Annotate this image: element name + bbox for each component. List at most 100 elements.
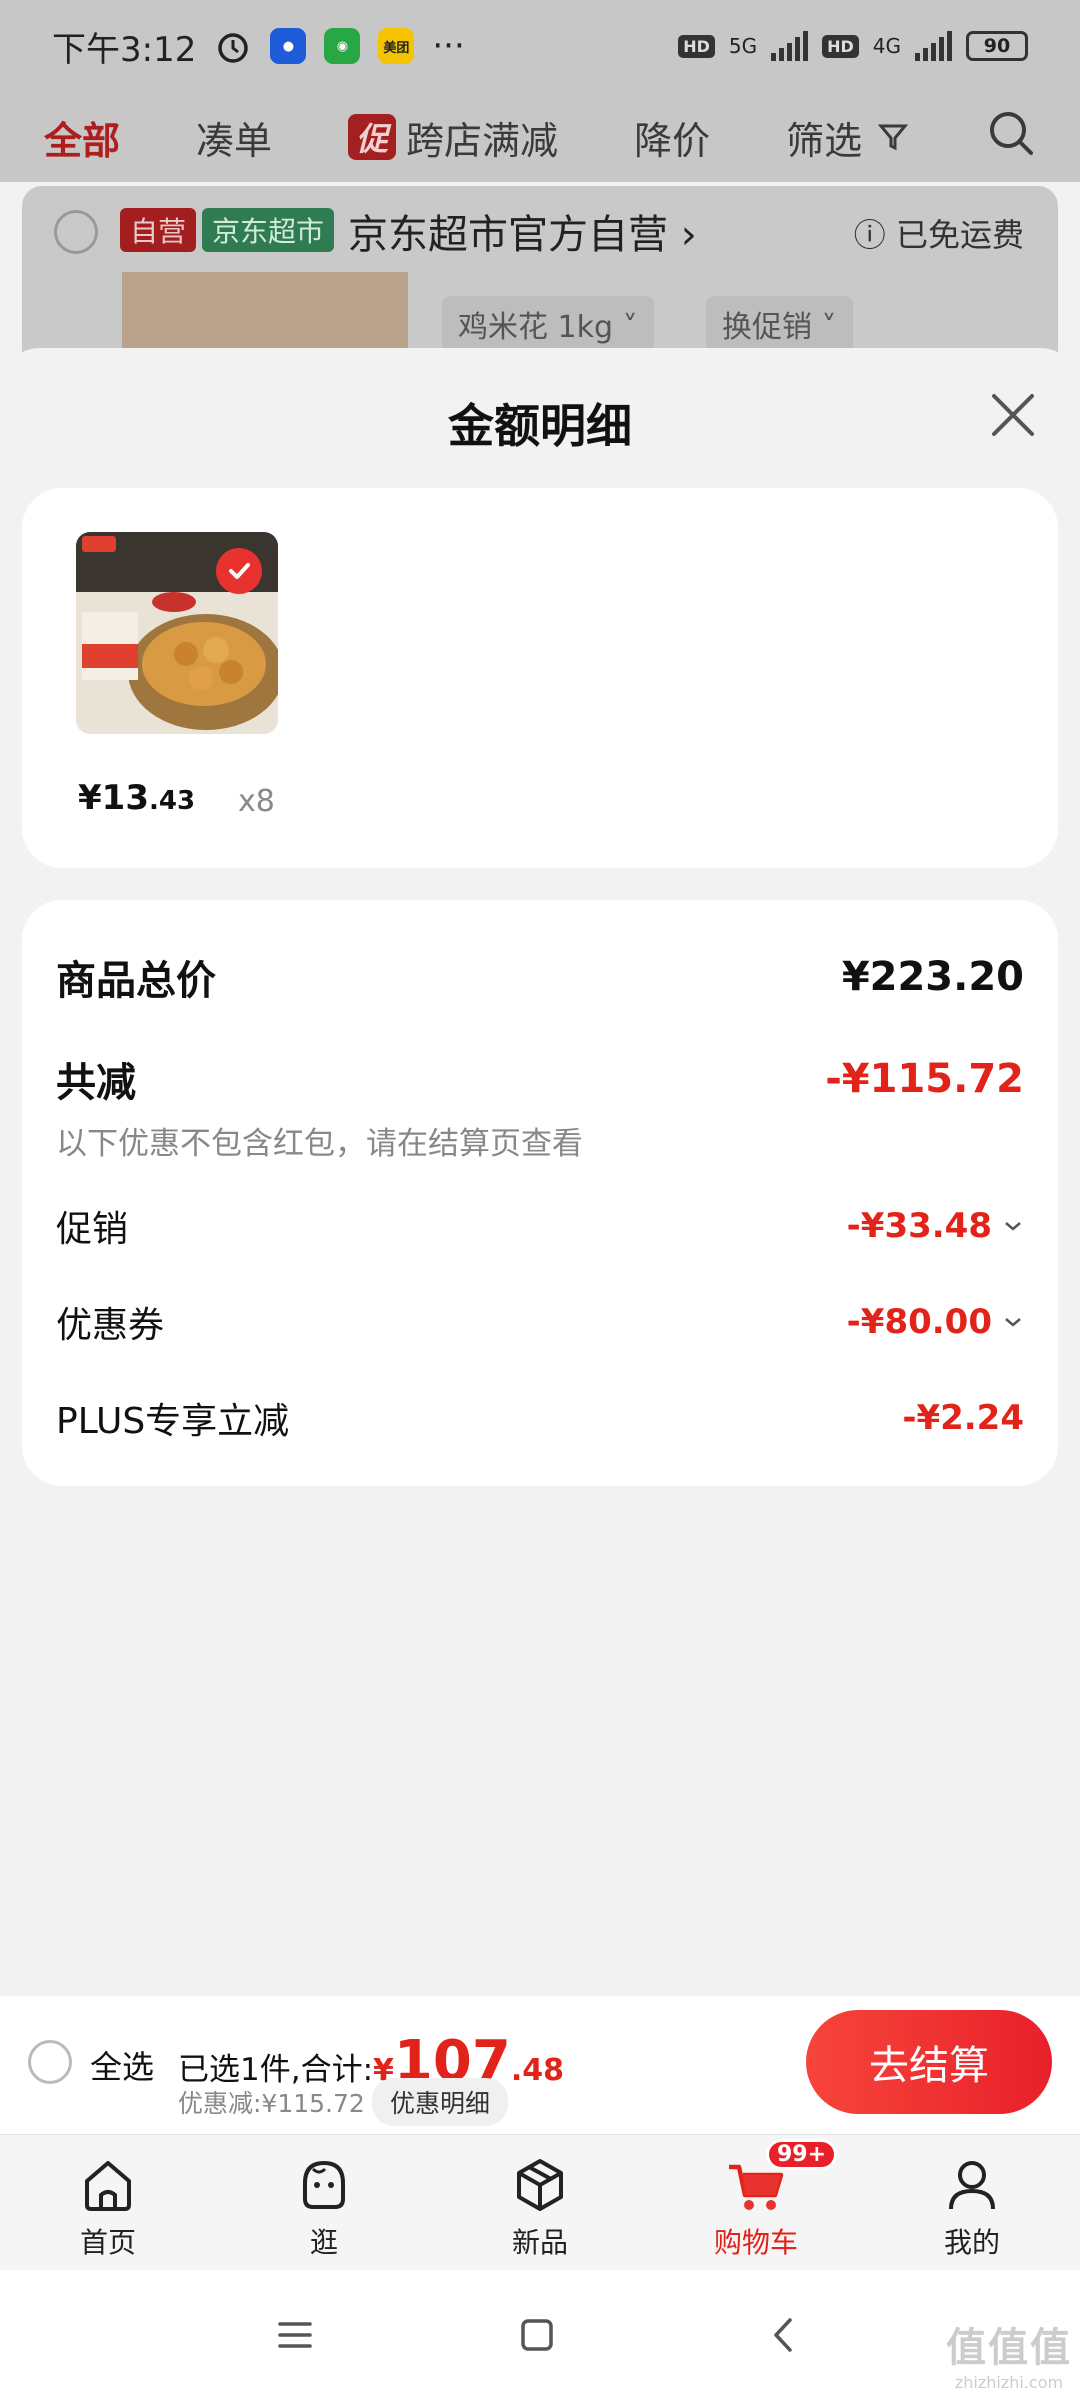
system-nav-bar: 值值值 zhizhizhi.com [0,2270,1080,2400]
promo-value: -¥33.48 [846,1206,992,1246]
tab-home-label: 首页 [79,2226,136,2259]
tab-filter[interactable]: 筛选 [786,110,910,165]
app-notification-icon: ● [270,28,307,64]
selected-total: 已选1件,合计: ¥ 107 .48 [178,2034,564,2090]
select-all-label[interactable]: 全选 [90,2042,154,2088]
close-icon [992,394,1034,436]
home-icon [85,2161,131,2211]
plus-value: -¥2.24 [902,1398,1024,1438]
discount-detail-button[interactable]: 优惠明细 [372,2078,509,2126]
search-icon [990,111,1033,155]
promo-tag: 促 [348,114,397,160]
tab-cross-store-label: 跨店满减 [406,118,559,163]
meituan-icon: 美团 [378,28,415,64]
store-name[interactable]: 京东超市官方自营 › [348,202,697,260]
battery-icon: 90 [966,31,1028,61]
tab-mine[interactable]: 我的 [864,2135,1080,2270]
tab-cart-label: 购物车 [713,2226,798,2259]
tab-home[interactable]: 首页 [0,2135,216,2270]
tab-browse[interactable]: 逛 [216,2135,432,2270]
tab-cart[interactable]: 购物车 99+ [648,2135,864,2270]
coupon-value-wrap: -¥80.00 [847,1302,1024,1342]
user-icon [949,2161,995,2210]
signal-icon [771,31,809,61]
square-icon [521,2319,553,2351]
sku-label: 鸡米花 1kg [458,310,614,345]
alarm-icon [218,33,249,63]
hd-icon-2: HD [822,34,859,58]
coupon-label: 优惠券 [56,1305,165,1346]
signal-icon-2 [915,31,952,61]
more-notifications-icon: ··· [432,26,465,66]
menu-nav-button[interactable] [270,2310,320,2360]
reduce-value: -¥115.72 [825,1056,1024,1102]
amount-detail-sheet: 金额明细 ¥13.43 x8 商品总价 ¥223.20 共减 -¥115.72 … [0,348,1080,1996]
net-type-4g: 4G [872,34,901,58]
watermark-url: zhizhizhi.com [954,2373,1064,2392]
promo-selector[interactable]: 换促销 ˅ [706,296,853,352]
tab-price-drop[interactable]: 降价 [634,110,710,165]
price-summary-card: 商品总价 ¥223.20 共减 -¥115.72 以下优惠不包含红包，请在结算页… [22,900,1058,1486]
selected-text: 已选1件,合计: [178,2052,374,2088]
sku-selector[interactable]: 鸡米花 1kg ˅ [442,296,654,352]
checkout-bar: 全选 已选1件,合计: ¥ 107 .48 优惠减:¥115.72 优惠明细 去… [0,1996,1080,2134]
watermark-logo: 值值值 [946,2325,1072,2371]
store-select-radio[interactable] [54,210,98,254]
tab-filter-label: 筛选 [786,118,863,163]
discount-note: 以下优惠不包含红包，请在结算页查看 [56,1126,583,1162]
plus-row: PLUS专享立减 -¥2.24 [56,1392,1024,1444]
tab-new-label: 新品 [511,2226,568,2259]
watermark: 值值值 zhizhizhi.com [946,2315,1072,2392]
reduce-label: 共减 [56,1060,136,1106]
cart-count-badge: 99+ [766,2139,838,2170]
store-name-label: 京东超市官方自营 [348,212,668,258]
filter-icon [877,124,909,151]
tab-browse-label: 逛 [309,2226,338,2259]
bottom-tab-bar: 首页 逛 新品 购物车 99+ 我的 [0,2134,1080,2270]
box-icon [517,2159,563,2211]
tab-bundle[interactable]: 凑单 [196,110,272,165]
reduce-row: 共减 -¥115.72 [56,1050,1024,1108]
search-button[interactable] [986,108,1036,167]
status-bar: 下午3:12 ● ◉ 美团 ··· HD 5G HD 4G 90 [0,0,1080,92]
wechat-icon: ◉ [324,28,361,64]
total-value: ¥223.20 [841,954,1024,1000]
close-button[interactable] [986,388,1040,442]
product-quantity: x8 [238,784,275,819]
chevron-down-icon [1005,1222,1021,1231]
self-operated-tag: 自营 [120,208,197,252]
selected-check-icon [216,548,262,594]
selected-items-card: ¥13.43 x8 [22,488,1058,868]
tab-mine-label: 我的 [943,2226,1000,2259]
checkout-button[interactable]: 去结算 [806,2010,1052,2114]
cart-filter-tabs: 全部 凑单 促 跨店满减 降价 筛选 [0,92,1080,182]
home-nav-button[interactable] [512,2310,562,2360]
plus-label: PLUS专享立减 [56,1401,290,1442]
promo-row[interactable]: 促销 -¥33.48 [56,1200,1024,1252]
tab-all[interactable]: 全部 [44,110,120,165]
shipping-label: 已免运费 [895,216,1024,254]
back-icon [774,2318,792,2352]
saved-amount: 优惠减:¥115.72 [178,2089,365,2118]
select-all-radio[interactable] [28,2040,72,2084]
total-dec: .48 [510,2053,564,2088]
tab-cross-store[interactable]: 促 跨店满减 [348,110,558,165]
product-image[interactable] [76,532,278,734]
promo-label: 换促销 [722,310,812,345]
product-unit-price: ¥13.43 [78,778,195,818]
jd-market-tag: 京东超市 [202,208,335,252]
coupon-row[interactable]: 优惠券 -¥80.00 [56,1296,1024,1348]
net-type-5g: 5G [728,34,758,58]
total-label: 商品总价 [56,958,216,1004]
back-nav-button[interactable] [760,2310,810,2360]
tab-new[interactable]: 新品 [432,2135,648,2270]
promo-value-wrap: -¥33.48 [847,1206,1024,1246]
coupon-value: -¥80.00 [846,1302,992,1342]
hd-icon: HD [678,34,715,58]
shipping-status: ⓘ 已免运费 [853,216,1024,254]
price-dec: .43 [148,786,196,816]
clock: 下午3:12 [52,29,197,70]
menu-icon [278,2322,312,2348]
price-int: ¥13 [78,778,149,818]
total-row: 商品总价 ¥223.20 [56,948,1024,1006]
